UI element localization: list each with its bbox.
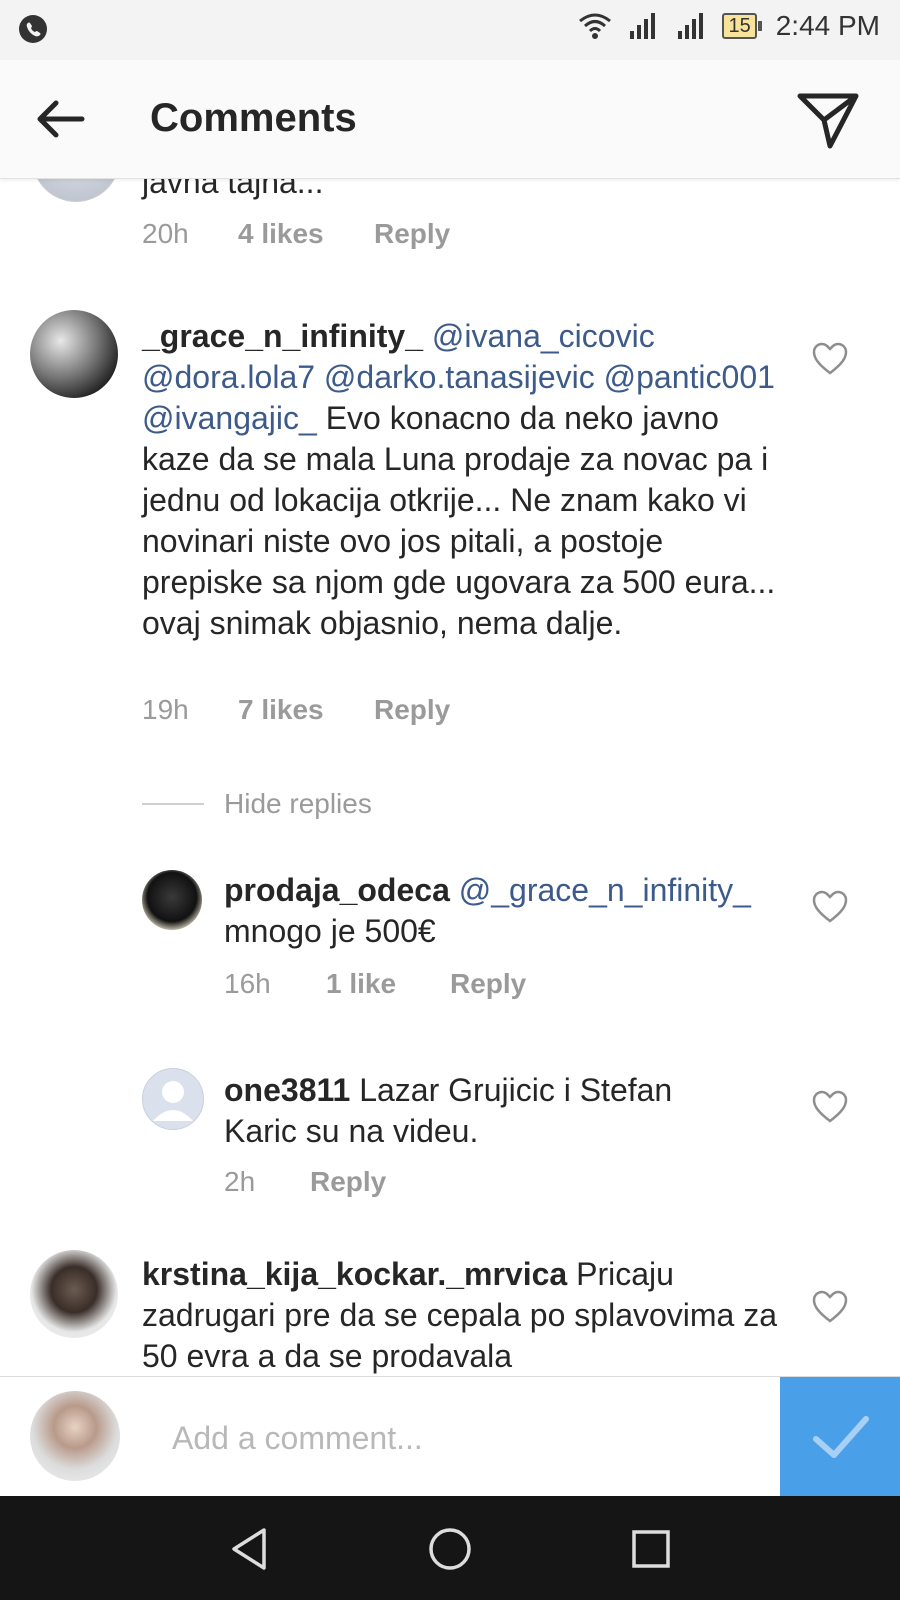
system-nav-bar [0, 1496, 900, 1600]
phone-call-icon [19, 15, 47, 43]
mention-link[interactable]: @dora.lola7 [142, 359, 315, 395]
page-title: Comments [150, 96, 357, 140]
avatar [30, 1391, 120, 1481]
avatar[interactable] [32, 178, 120, 202]
comment-composer [0, 1376, 900, 1497]
likes-count[interactable]: 1 like [326, 968, 450, 1000]
comment-username[interactable]: _grace_n_infinity_ [142, 318, 423, 354]
likes-count[interactable]: 4 likes [238, 218, 374, 250]
mention-link[interactable]: @_grace_n_infinity_ [459, 872, 751, 908]
reply-time: 2h [224, 1166, 256, 1197]
paper-plane-icon[interactable] [796, 90, 860, 150]
comment-body: Evo konacno da neko javno kaze da se mal… [142, 400, 776, 641]
checkmark-icon [813, 1416, 869, 1458]
reply-username[interactable]: one3811 [224, 1072, 350, 1108]
reply-button[interactable]: Reply [374, 218, 450, 250]
reply-body: mnogo je 500€ [224, 913, 436, 949]
heart-outline-icon[interactable] [812, 1290, 848, 1324]
comment-text: javna tajna... [142, 178, 324, 200]
header: Comments [0, 60, 900, 179]
heart-outline-icon[interactable] [812, 342, 848, 376]
reply-button[interactable]: Reply [374, 694, 450, 726]
comment-item: javna tajna... 20h 4 likes Reply [0, 178, 900, 268]
heart-outline-icon[interactable] [812, 1090, 848, 1124]
avatar[interactable] [30, 1250, 118, 1338]
avatar[interactable] [30, 310, 118, 398]
signal-icon [630, 13, 656, 39]
reply-text: prodaja_odeca @_grace_n_infinity_ mnogo … [224, 870, 784, 952]
mention-link[interactable]: @pantic001 [604, 359, 775, 395]
divider-line [142, 803, 204, 805]
comment-meta: 20h 4 likes Reply [142, 218, 450, 250]
square-recents-icon[interactable] [626, 1524, 676, 1574]
mention-link[interactable]: @ivangajic_ [142, 400, 317, 436]
likes-count[interactable]: 7 likes [238, 694, 374, 726]
hide-replies-toggle[interactable]: Hide replies [142, 788, 372, 820]
comment-text: krstina_kija_kockar._mrvica Pricaju zadr… [142, 1254, 782, 1376]
triangle-back-icon[interactable] [224, 1524, 274, 1574]
battery-level: 15 [722, 13, 757, 39]
clock: 2:44 PM [775, 10, 880, 41]
default-user-icon [153, 1081, 193, 1121]
circle-home-icon[interactable] [425, 1524, 475, 1574]
reply-meta: 2h Reply [224, 1166, 386, 1198]
comment-input[interactable] [170, 1409, 774, 1467]
post-button[interactable] [780, 1377, 900, 1497]
signal-icon-2 [678, 13, 704, 39]
comment-time: 19h [142, 694, 189, 725]
reply-button[interactable]: Reply [450, 968, 526, 1000]
comment-meta: 19h 7 likes Reply [142, 694, 450, 726]
comment-text: _grace_n_infinity_ @ivana_cicovic @dora.… [142, 316, 782, 644]
comment-time: 20h [142, 218, 189, 249]
hide-replies-label: Hide replies [224, 788, 372, 819]
comment-username[interactable]: krstina_kija_kockar._mrvica [142, 1256, 567, 1292]
comment-feed[interactable]: javna tajna... 20h 4 likes Reply _grace_… [0, 178, 900, 1376]
avatar[interactable] [142, 1068, 204, 1130]
status-bar: 15 2:44 PM [0, 0, 900, 60]
arrow-left-icon[interactable] [32, 94, 88, 144]
reply-time: 16h [224, 968, 271, 999]
reply-meta: 16h 1 like Reply [224, 968, 526, 1000]
wifi-icon [579, 13, 612, 39]
reply-text: one3811 Lazar Grujicic i Stefan Karic su… [224, 1070, 744, 1152]
avatar[interactable] [142, 870, 202, 930]
reply-button[interactable]: Reply [310, 1166, 386, 1198]
mention-link[interactable]: @darko.tanasijevic [324, 359, 595, 395]
reply-username[interactable]: prodaja_odeca [224, 872, 450, 908]
battery-indicator: 15 [722, 13, 762, 39]
heart-outline-icon[interactable] [812, 890, 848, 924]
mention-link[interactable]: @ivana_cicovic [432, 318, 655, 354]
